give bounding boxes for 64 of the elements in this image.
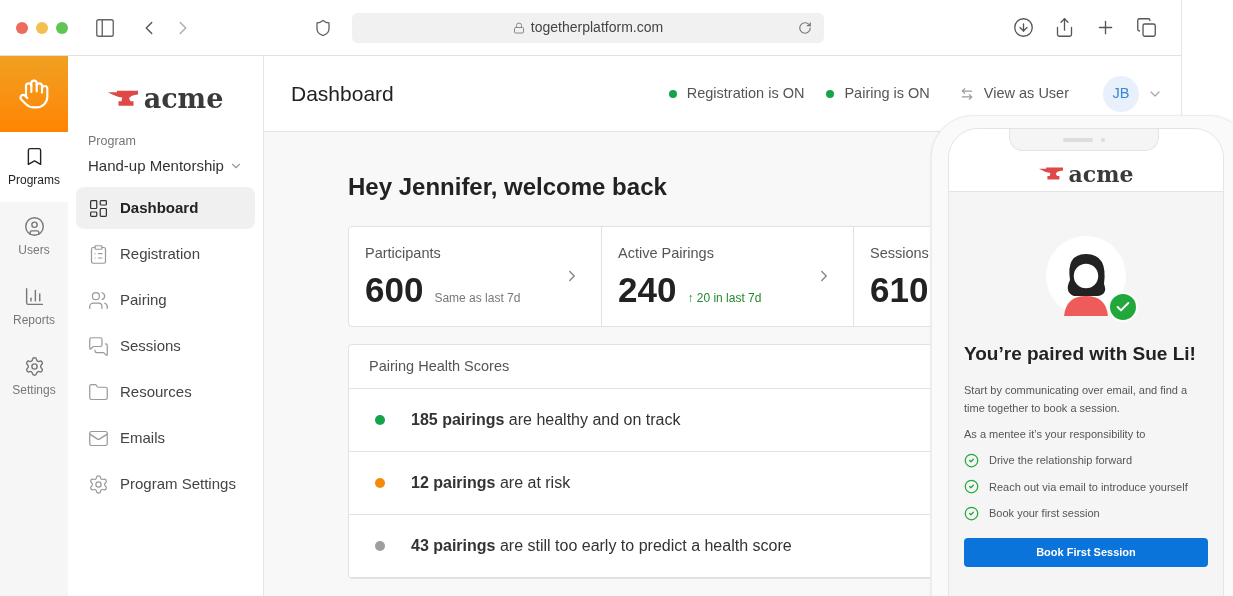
rail-nav-item[interactable]: Programs [0, 132, 68, 202]
nav-icon [88, 381, 109, 403]
sidebar-toggle-icon[interactable] [94, 16, 116, 39]
sidebar-nav-item[interactable]: Registration [76, 233, 255, 276]
download-icon[interactable] [1013, 17, 1034, 38]
check-circle-icon [964, 452, 979, 468]
health-row-text: 43 pairings are still too early to predict a health score [411, 536, 792, 556]
nav-icon [88, 243, 109, 265]
sidebar-nav-item[interactable]: Sessions [76, 325, 255, 368]
nav-icon [88, 335, 109, 357]
check-circle-icon [964, 479, 979, 495]
hand-icon [18, 78, 50, 110]
address-bar[interactable]: togetherplatform.com [352, 12, 824, 43]
nav-icon [23, 215, 45, 237]
stat-value: 240 [618, 268, 677, 311]
stat-label: Participants [365, 244, 442, 263]
stat-value: 610 [870, 268, 929, 311]
health-row-text: 12 pairings are at risk [411, 473, 571, 493]
rail-nav-item[interactable]: Reports [0, 272, 68, 342]
stat-label: Sessions [870, 244, 929, 263]
stat-trend: ↑ 20 in last 7d [687, 289, 762, 307]
checklist-item: Reach out via email to introduce yourself [989, 479, 1188, 495]
lock-icon [512, 21, 525, 34]
checklist-item: Drive the relationship forward [989, 453, 1133, 468]
page-title: Dashboard [291, 80, 394, 107]
reload-icon[interactable] [798, 20, 812, 35]
nav-icon [88, 197, 109, 219]
stat-label: Active Pairings [618, 244, 715, 263]
program-label: Program [88, 133, 137, 150]
card-title: Pairing Health Scores [369, 356, 510, 376]
brand-logo: acme [143, 84, 224, 112]
sidebar-nav-item[interactable]: Dashboard [76, 187, 255, 230]
health-row-text: 185 pairings are healthy and on track [411, 410, 681, 430]
book-session-button[interactable]: Book First Session [964, 537, 1208, 567]
status-label: Pairing is ON [844, 83, 930, 103]
rail-nav-item[interactable]: Settings [0, 342, 68, 412]
nav-icon [23, 285, 45, 307]
anvil-icon [1038, 167, 1063, 181]
tabs-overview-icon[interactable] [1136, 17, 1157, 38]
responsibility-text: As a mentee it’s your responsibility to [964, 426, 1147, 442]
nav-icon [23, 355, 45, 377]
url-text: togetherplatform.com [530, 18, 664, 37]
shield-icon[interactable] [314, 18, 332, 37]
brand-logo: acme [1068, 163, 1134, 185]
status-label: Registration is ON [686, 83, 805, 103]
sidebar-nav-item[interactable]: Resources [76, 371, 255, 414]
rail-nav-item[interactable]: Users [0, 202, 68, 272]
sidebar-nav-item[interactable]: Program Settings [76, 463, 255, 506]
paired-heading: You’re paired with Sue Li! [964, 342, 1197, 366]
stat-value: 600 [365, 268, 424, 311]
anvil-icon [107, 89, 138, 107]
nav-icon [88, 289, 109, 311]
share-icon[interactable] [1054, 17, 1075, 38]
nav-icon [88, 473, 109, 495]
check-circle-icon [964, 505, 979, 521]
sidebar-nav-item[interactable]: Pairing [76, 279, 255, 322]
view-as-user-link[interactable]: View as User [959, 82, 1069, 105]
swap-icon [959, 86, 974, 101]
checklist-item: Book your first session [989, 506, 1100, 521]
welcome-heading: Hey Jennifer, welcome back [348, 172, 667, 202]
intro-text: Start by communicating over email, and find a time together to book a session. [964, 382, 1189, 416]
sidebar-nav-item[interactable]: Emails [76, 417, 255, 460]
stat-trend: Same as last 7d [434, 289, 521, 307]
program-dropdown[interactable]: Hand-up Mentorship [88, 154, 255, 178]
